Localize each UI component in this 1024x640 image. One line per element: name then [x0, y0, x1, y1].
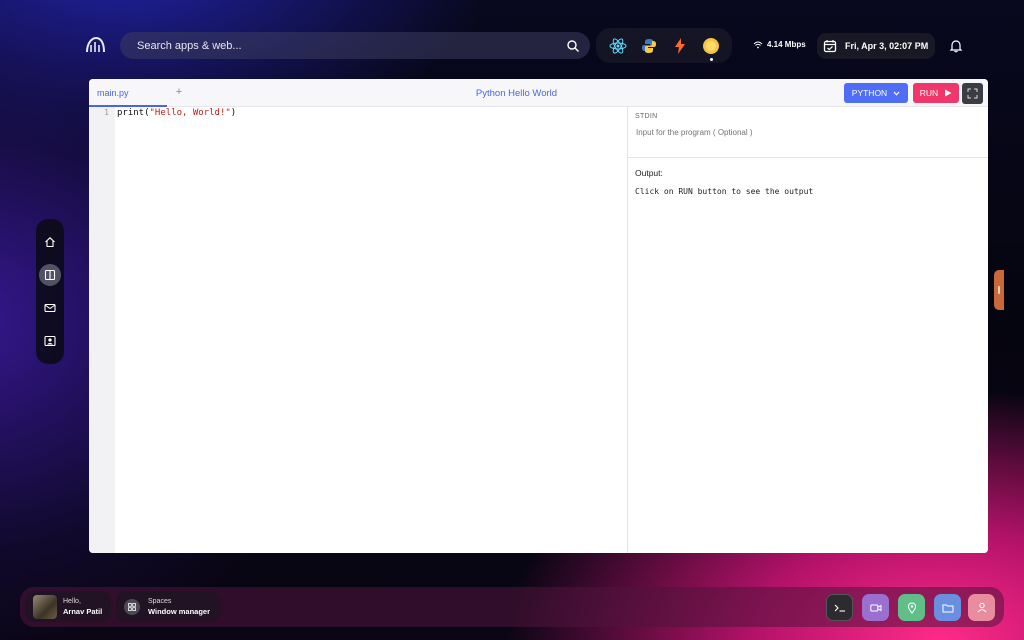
user-profile[interactable]: Hello, Arnav Patil	[25, 591, 111, 622]
code-suffix: )	[230, 108, 237, 118]
window-title: Python Hello World	[475, 88, 558, 99]
editor-header: main.py + Python Hello World PYTHON RUN	[89, 79, 988, 107]
date-time-text: Fri, Apr 3, 02:07 PM	[845, 41, 929, 51]
split-view-icon[interactable]	[39, 263, 61, 286]
sun-icon[interactable]	[701, 36, 721, 61]
run-button[interactable]: RUN	[913, 83, 959, 103]
bolt-icon[interactable]	[670, 36, 690, 56]
user-icon[interactable]	[968, 594, 995, 621]
language-select[interactable]: PYTHON	[844, 83, 908, 103]
stdin-label: STDIN	[635, 113, 658, 120]
io-panel: STDIN Output: Click on RUN button to see…	[627, 107, 988, 553]
user-name: Arnav Patil	[63, 606, 103, 616]
left-dock	[36, 219, 64, 364]
code-string: "Hello, World!"	[149, 108, 231, 118]
react-icon[interactable]	[608, 36, 628, 56]
output-label: Output:	[635, 168, 663, 178]
play-icon	[945, 89, 952, 97]
calendar-icon	[823, 40, 837, 53]
greeting: Hello,	[63, 597, 81, 605]
active-indicator	[709, 57, 713, 61]
contacts-icon[interactable]	[39, 330, 61, 352]
home-icon[interactable]	[39, 231, 61, 253]
search-placeholder[interactable]: Search apps & web...	[137, 40, 566, 52]
code-prefix: print(	[117, 108, 150, 118]
network-status[interactable]: 4.14 Mbps	[753, 40, 806, 49]
map-pin-icon[interactable]	[898, 594, 925, 621]
line-gutter	[89, 107, 115, 553]
expand-icon	[967, 88, 978, 99]
code-line[interactable]: print("Hello, World!")	[117, 107, 236, 119]
folder-icon[interactable]	[934, 594, 961, 621]
side-panel-handle[interactable]	[994, 270, 1004, 310]
pinned-apps	[596, 28, 732, 63]
avatar	[33, 594, 57, 619]
search-icon[interactable]	[566, 39, 580, 53]
stdin-input[interactable]	[636, 128, 976, 137]
logo-icon[interactable]	[84, 34, 106, 56]
network-speed: 4.14 Mbps	[767, 40, 806, 49]
bell-icon[interactable]	[949, 39, 963, 53]
terminal-icon[interactable]	[826, 594, 853, 621]
output-text: Click on RUN button to see the output	[635, 187, 814, 196]
panel-divider	[628, 157, 988, 158]
spaces-sub: Window manager	[148, 606, 211, 616]
spaces-button[interactable]: Spaces Window manager	[116, 591, 220, 622]
date-time[interactable]: Fri, Apr 3, 02:07 PM	[817, 33, 935, 59]
search-bar[interactable]: Search apps & web...	[120, 32, 590, 59]
code-editor-window: main.py + Python Hello World PYTHON RUN …	[89, 79, 988, 553]
spaces-label: Spaces	[148, 597, 172, 605]
chevron-down-icon	[893, 91, 900, 96]
fullscreen-button[interactable]	[962, 83, 983, 104]
python-icon[interactable]	[639, 36, 659, 56]
language-label: PYTHON	[851, 88, 888, 98]
grid-icon	[124, 598, 140, 615]
video-icon[interactable]	[862, 594, 889, 621]
wifi-icon	[753, 41, 763, 48]
top-bar: Search apps & web... 4.14 Mbps Fri, Apr …	[0, 0, 1024, 72]
run-label: RUN	[919, 88, 939, 98]
code-area[interactable]	[115, 119, 627, 553]
mail-icon[interactable]	[39, 297, 61, 319]
line-number: 1	[104, 108, 109, 117]
